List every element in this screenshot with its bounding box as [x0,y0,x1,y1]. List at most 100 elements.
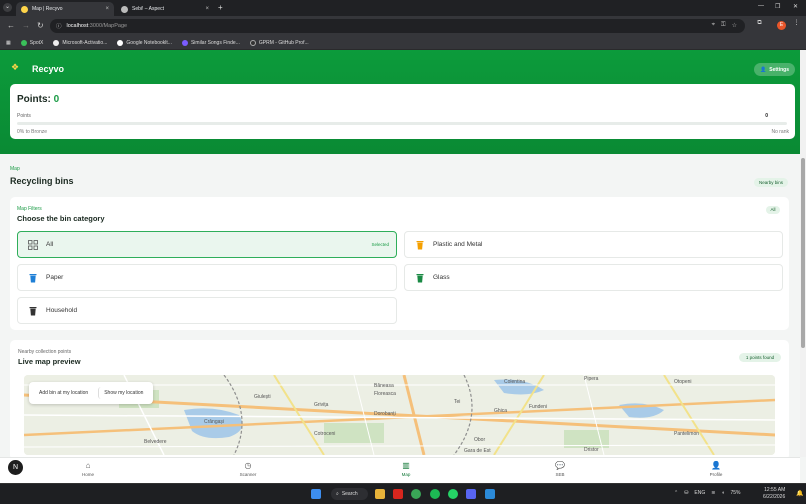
bookmark-star-icon[interactable]: ☆ [732,22,737,29]
progress-to-next-rank: 0% to Bronze [17,129,48,135]
windows-start-icon[interactable] [311,489,321,499]
taskbar-search[interactable]: ⌕ Search [331,488,368,500]
gprm-icon [249,39,256,46]
current-rank: No rank [771,129,789,135]
bookmark-item[interactable]: SpotX [20,39,43,46]
url-field[interactable]: ⓘ localhost:3000/MapPage ⌖ ⚿ ☆ [50,19,745,33]
map-place-label: Obor [474,437,485,443]
site-info-icon[interactable]: ⓘ [56,22,62,30]
recyvo-favicon-icon [21,5,28,13]
profile-avatar[interactable]: E [777,21,786,30]
nearby-bins-button[interactable]: Nearby bins [754,178,788,187]
bin-category-paper[interactable]: Paper [17,264,397,291]
header-banner: ❖ Recyvo 👤 Settings Points: 0 Points 0 0… [0,50,800,154]
selected-badge: Selected [371,242,389,247]
url-path: :3000/MapPage [88,23,128,29]
map-icon: ▥ [402,461,410,470]
restore-icon[interactable]: ❐ [775,3,780,10]
points-count: 0 [765,113,768,119]
map-place-label: Crângași [204,419,224,425]
tray-chevron-icon[interactable]: ⌃ [674,490,678,496]
volume-icon[interactable]: ◖ [721,490,724,496]
language-indicator[interactable]: ENG [694,490,705,496]
scrollbar-thumb[interactable] [801,158,805,348]
add-bin-button[interactable]: Add bin at my location [34,387,93,399]
show-location-button[interactable]: Show my location [98,387,148,399]
new-tab-button[interactable]: + [218,3,223,12]
discord-icon[interactable] [466,489,476,499]
map-place-label: Giulești [254,394,271,400]
map-place-label: Floreasca [374,391,396,397]
notebook-icon [117,39,124,46]
bin-category-plastic-metal[interactable]: Plastic and Metal [404,231,783,258]
bookmark-item[interactable]: GPRM - GitHub Prof... [249,39,309,46]
nextjs-dev-button[interactable]: N [8,460,23,475]
map-place-label: Pipera [584,376,599,382]
bin-category-label: Plastic and Metal [433,241,483,248]
close-tab-icon[interactable]: × [205,6,209,12]
map-place-label: Tei [454,399,460,405]
user-settings-icon: 👤 [760,66,767,73]
bin-category-label: All [46,241,54,248]
file-explorer-icon[interactable] [375,489,385,499]
browser-menu-icon[interactable]: ⋮ [792,19,801,28]
grid-icon [28,239,38,250]
close-window-icon[interactable]: ✕ [793,3,798,10]
tab-search-button[interactable]: ⌄ [3,3,12,12]
live-map[interactable]: Giulești Grivița Băneasa Floreasca Dorob… [24,375,775,455]
notifications-icon[interactable]: 🔔 [796,490,803,497]
close-tab-icon[interactable]: × [105,6,109,12]
nav-map[interactable]: ▥ Map [386,461,426,477]
nav-scanner[interactable]: ◷ Scanner [228,461,268,477]
bookmark-item[interactable]: Microsoft-Activatio... [53,39,107,46]
settings-button[interactable]: 👤 Settings [754,63,795,76]
bookmark-item[interactable]: Google Notebooklt... [117,39,172,46]
search-icon: ⌕ [336,491,339,497]
bottom-navigation: ⌂ Home ◷ Scanner ▥ Map 💬 SEB 👤 Profile [0,457,800,483]
bin-category-all[interactable]: All Selected [17,231,397,258]
chrome-icon[interactable] [411,489,421,499]
address-bar-row: ← → ↻ ⓘ localhost:3000/MapPage ⌖ ⚿ ☆ [0,16,806,36]
page-title: Recycling bins [10,176,74,186]
battery-level[interactable]: 75% [730,490,740,496]
breadcrumb[interactable]: Map [10,166,20,172]
map-title: Live map preview [18,357,81,366]
nav-seb[interactable]: 💬 SEB [540,461,580,477]
url-host: localhost [66,23,89,29]
tab-sebi-aspect[interactable]: Sebi! – Aspect × [116,2,214,16]
minimize-icon[interactable]: — [758,3,764,9]
bin-category-glass[interactable]: Glass [404,264,783,291]
all-filter-chip[interactable]: All [766,206,780,214]
whatsapp-icon[interactable] [448,489,458,499]
points-heading: Points: 0 [17,94,60,105]
clock[interactable]: 12:55 AM 6/22/2026 [763,487,785,501]
extensions-icon[interactable]: ⧉ [755,19,764,28]
map-place-label: Cotroceni [314,431,335,437]
recyvo-logo-icon: ❖ [11,62,20,72]
password-key-icon[interactable]: ⚿ [721,22,726,29]
points-label: Points [17,113,31,119]
spotify-icon[interactable] [430,489,440,499]
nav-profile[interactable]: 👤 Profile [696,461,736,477]
forward-icon[interactable]: → [22,21,30,31]
location-icon[interactable]: ⌖ [712,22,715,29]
nav-home[interactable]: ⌂ Home [68,461,108,477]
wifi-icon[interactable]: ≋ [711,490,715,496]
map-place-label: Băneasa [374,383,394,389]
bin-icon [415,273,425,283]
bin-icon [28,273,38,283]
filters-title: Choose the bin category [17,214,105,223]
filters-eyebrow: Map Filters [17,206,42,212]
tab-map-recyvo[interactable]: Map | Recyvo × [16,2,114,16]
reload-icon[interactable]: ↻ [37,21,44,31]
bin-category-household[interactable]: Household [17,297,397,324]
apps-grid-icon[interactable]: ▦ [6,40,11,46]
vscode-icon[interactable] [485,489,495,499]
bookmark-item[interactable]: Similar Songs Finde... [181,39,240,46]
app-l-icon[interactable] [393,489,403,499]
back-icon[interactable]: ← [7,21,15,31]
scanner-icon: ◷ [244,461,252,470]
windows-taskbar: ⌕ Search ⌃ ⛁ ENG ≋ ◖ 75% 12:55 AM 6/22/2… [0,483,806,504]
page-scrollbar[interactable] [800,50,806,457]
tray-network-icon[interactable]: ⛁ [684,490,688,496]
